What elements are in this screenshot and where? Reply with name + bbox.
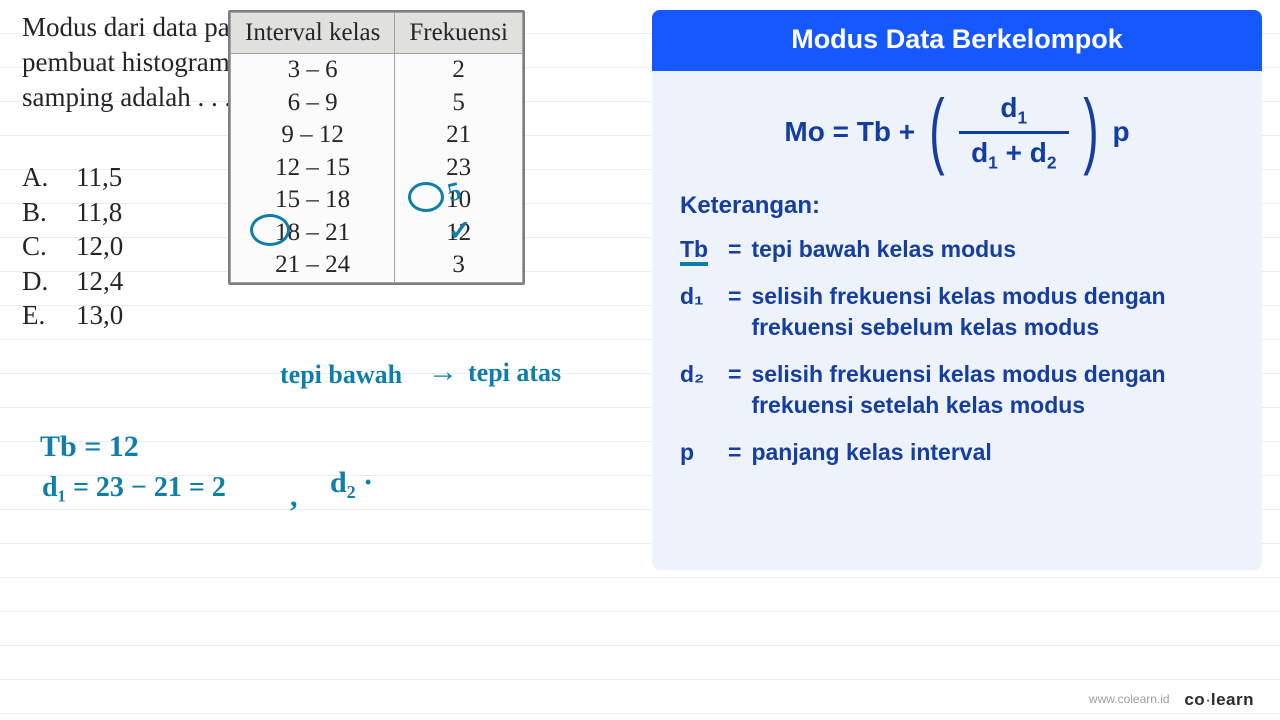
choice-label: A. (22, 160, 54, 195)
frac-num-d: d (1000, 92, 1017, 123)
frac-num-sub: 1 (1018, 108, 1028, 128)
keter-desc: selisih frekuensi kelas modus dengan fre… (751, 281, 1234, 343)
choice-label: D. (22, 264, 54, 299)
table-row: 12 – 15 23 (231, 152, 523, 185)
panel-title: Modus Data Berkelompok (652, 10, 1262, 71)
keter-desc: panjang kelas interval (751, 437, 991, 468)
formula-lhs: Mo = Tb + (784, 116, 915, 148)
table-row: 9 – 12 21 (231, 119, 523, 152)
footer: www.colearn.id co·learn (0, 690, 1280, 710)
formula-fraction: d1 d1 + d2 (959, 93, 1068, 172)
cell-frek: 5 (395, 87, 523, 120)
choice-value: 13,0 (76, 298, 123, 333)
whiteboard-stage: { "question": "Modus dari data pada tabe… (0, 0, 1280, 720)
frac-den-plus: + (998, 137, 1030, 168)
annot-tb: Tb = 12 (40, 430, 139, 464)
keter-desc: tepi bawah kelas modus (751, 234, 1016, 265)
keter-sym: d₂ (680, 359, 718, 390)
choice-b[interactable]: B. 11,8 (22, 195, 123, 230)
circle-21-icon (408, 182, 444, 212)
mode-formula: Mo = Tb + ( d1 d1 + d2 ) p (652, 93, 1262, 172)
annot-tepi-atas: tepi atas (468, 358, 561, 388)
choice-d[interactable]: D. 12,4 (22, 264, 123, 299)
keter-sym: p (680, 437, 718, 468)
table-row: 3 – 6 2 (231, 54, 523, 87)
choice-label: E. (22, 298, 54, 333)
brand-learn: learn (1211, 690, 1254, 709)
brand-logo: co·learn (1184, 690, 1254, 709)
choice-c[interactable]: C. 12,0 (22, 229, 123, 264)
footer-url: www.colearn.id (1089, 692, 1170, 706)
cell-interval: 3 – 6 (231, 54, 395, 87)
formula-p: p (1113, 116, 1130, 148)
check-icon: ✓ (448, 214, 471, 247)
underline-icon: Tb (680, 236, 708, 266)
choice-value: 11,5 (76, 160, 122, 195)
cell-interval: 12 – 15 (231, 152, 395, 185)
cell-frek: 3 (395, 249, 523, 282)
keter-eq: = (728, 359, 741, 390)
right-paren-icon: ) (1083, 98, 1098, 160)
cell-interval: 6 – 9 (231, 87, 395, 120)
keter-eq: = (728, 437, 741, 468)
formula-panel: Modus Data Berkelompok Mo = Tb + ( d1 d1… (652, 10, 1262, 570)
keter-tb: Tb = tepi bawah kelas modus (680, 234, 1234, 265)
keter-eq: = (728, 281, 741, 312)
table-row: 6 – 9 5 (231, 87, 523, 120)
th-frekuensi: Frekuensi (395, 13, 523, 54)
choice-e[interactable]: E. 13,0 (22, 298, 123, 333)
th-interval: Interval kelas (231, 13, 395, 54)
fraction-den: d1 + d2 (959, 134, 1068, 172)
frac-den-s1: 1 (988, 152, 998, 172)
choice-a[interactable]: A. 11,5 (22, 160, 123, 195)
fraction-num: d1 (988, 93, 1039, 131)
cell-interval: 21 – 24 (231, 249, 395, 282)
cell-frek: 21 (395, 119, 523, 152)
keter-d1: d₁ = selisih frekuensi kelas modus denga… (680, 281, 1234, 343)
brand-co: co (1184, 690, 1205, 709)
choice-label: C. (22, 229, 54, 264)
frac-den-d2: d (1030, 137, 1047, 168)
annot-comma: , (290, 480, 298, 514)
choice-value: 12,4 (76, 264, 123, 299)
choice-label: B. (22, 195, 54, 230)
cell-interval: 15 – 18 (231, 184, 395, 217)
cell-frek: 2 (395, 54, 523, 87)
choice-value: 11,8 (76, 195, 122, 230)
table-row: 15 – 18 10 (231, 184, 523, 217)
keter-eq: = (728, 234, 741, 265)
frac-den-s2: 2 (1047, 152, 1057, 172)
keter-sym: Tb (680, 234, 718, 265)
keter-d2: d₂ = selisih frekuensi kelas modus denga… (680, 359, 1234, 421)
table-row: 21 – 24 3 (231, 249, 523, 282)
cell-interval: 9 – 12 (231, 119, 395, 152)
keter-sym: d₁ (680, 281, 718, 312)
keter-p: p = panjang kelas interval (680, 437, 1234, 468)
left-paren-icon: ( (929, 98, 944, 160)
cell-frek: 23 (395, 152, 523, 185)
keterangan-header: Keterangan: (680, 192, 1234, 220)
annot-tepi-bawah: tepi bawah (280, 360, 402, 390)
keter-desc: selisih frekuensi kelas modus dengan fre… (751, 359, 1234, 421)
circle-12-icon (250, 214, 290, 246)
answer-choices: A. 11,5 B. 11,8 C. 12,0 D. 12,4 E. 13,0 (22, 160, 123, 333)
frac-den-d1: d (971, 137, 988, 168)
annot-d2: d₂ · (330, 466, 373, 500)
arrow-right-icon: → (428, 355, 458, 389)
annot-d1: d₁ = 23 − 21 = 2 (42, 472, 226, 504)
keterangan-block: Keterangan: Tb = tepi bawah kelas modus … (652, 192, 1262, 468)
choice-value: 12,0 (76, 229, 123, 264)
